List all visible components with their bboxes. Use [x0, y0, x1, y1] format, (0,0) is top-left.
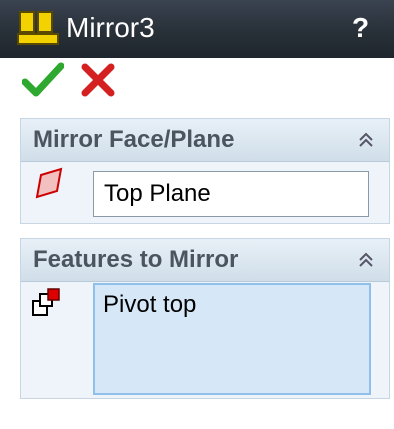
ok-checkmark-icon[interactable] [22, 62, 64, 98]
cancel-x-icon[interactable] [80, 62, 116, 98]
features-header[interactable]: Features to Mirror [21, 239, 389, 282]
collapse-chevron-icon[interactable] [357, 251, 375, 269]
property-manager-titlebar: Mirror3 ? [0, 0, 394, 58]
feature-title: Mirror3 [66, 12, 155, 43]
plane-icon [35, 167, 63, 199]
mirror-plane-section: Mirror Face/Plane Top Plane [20, 118, 390, 224]
collapse-chevron-icon[interactable] [357, 131, 375, 149]
mirror-plane-header[interactable]: Mirror Face/Plane [21, 119, 389, 162]
features-to-mirror-section: Features to Mirror Pivot top [20, 238, 390, 400]
next-section-edge [20, 398, 390, 429]
mirror-feature-icon [17, 11, 59, 45]
features-selection-box[interactable]: Pivot top [93, 283, 371, 395]
features-icon [32, 288, 60, 316]
help-button[interactable]: ? [352, 10, 369, 46]
features-title: Features to Mirror [33, 246, 239, 273]
mirror-plane-title: Mirror Face/Plane [33, 126, 235, 153]
mirror-plane-field[interactable]: Top Plane [93, 171, 369, 217]
list-item[interactable]: Pivot top [103, 291, 361, 319]
